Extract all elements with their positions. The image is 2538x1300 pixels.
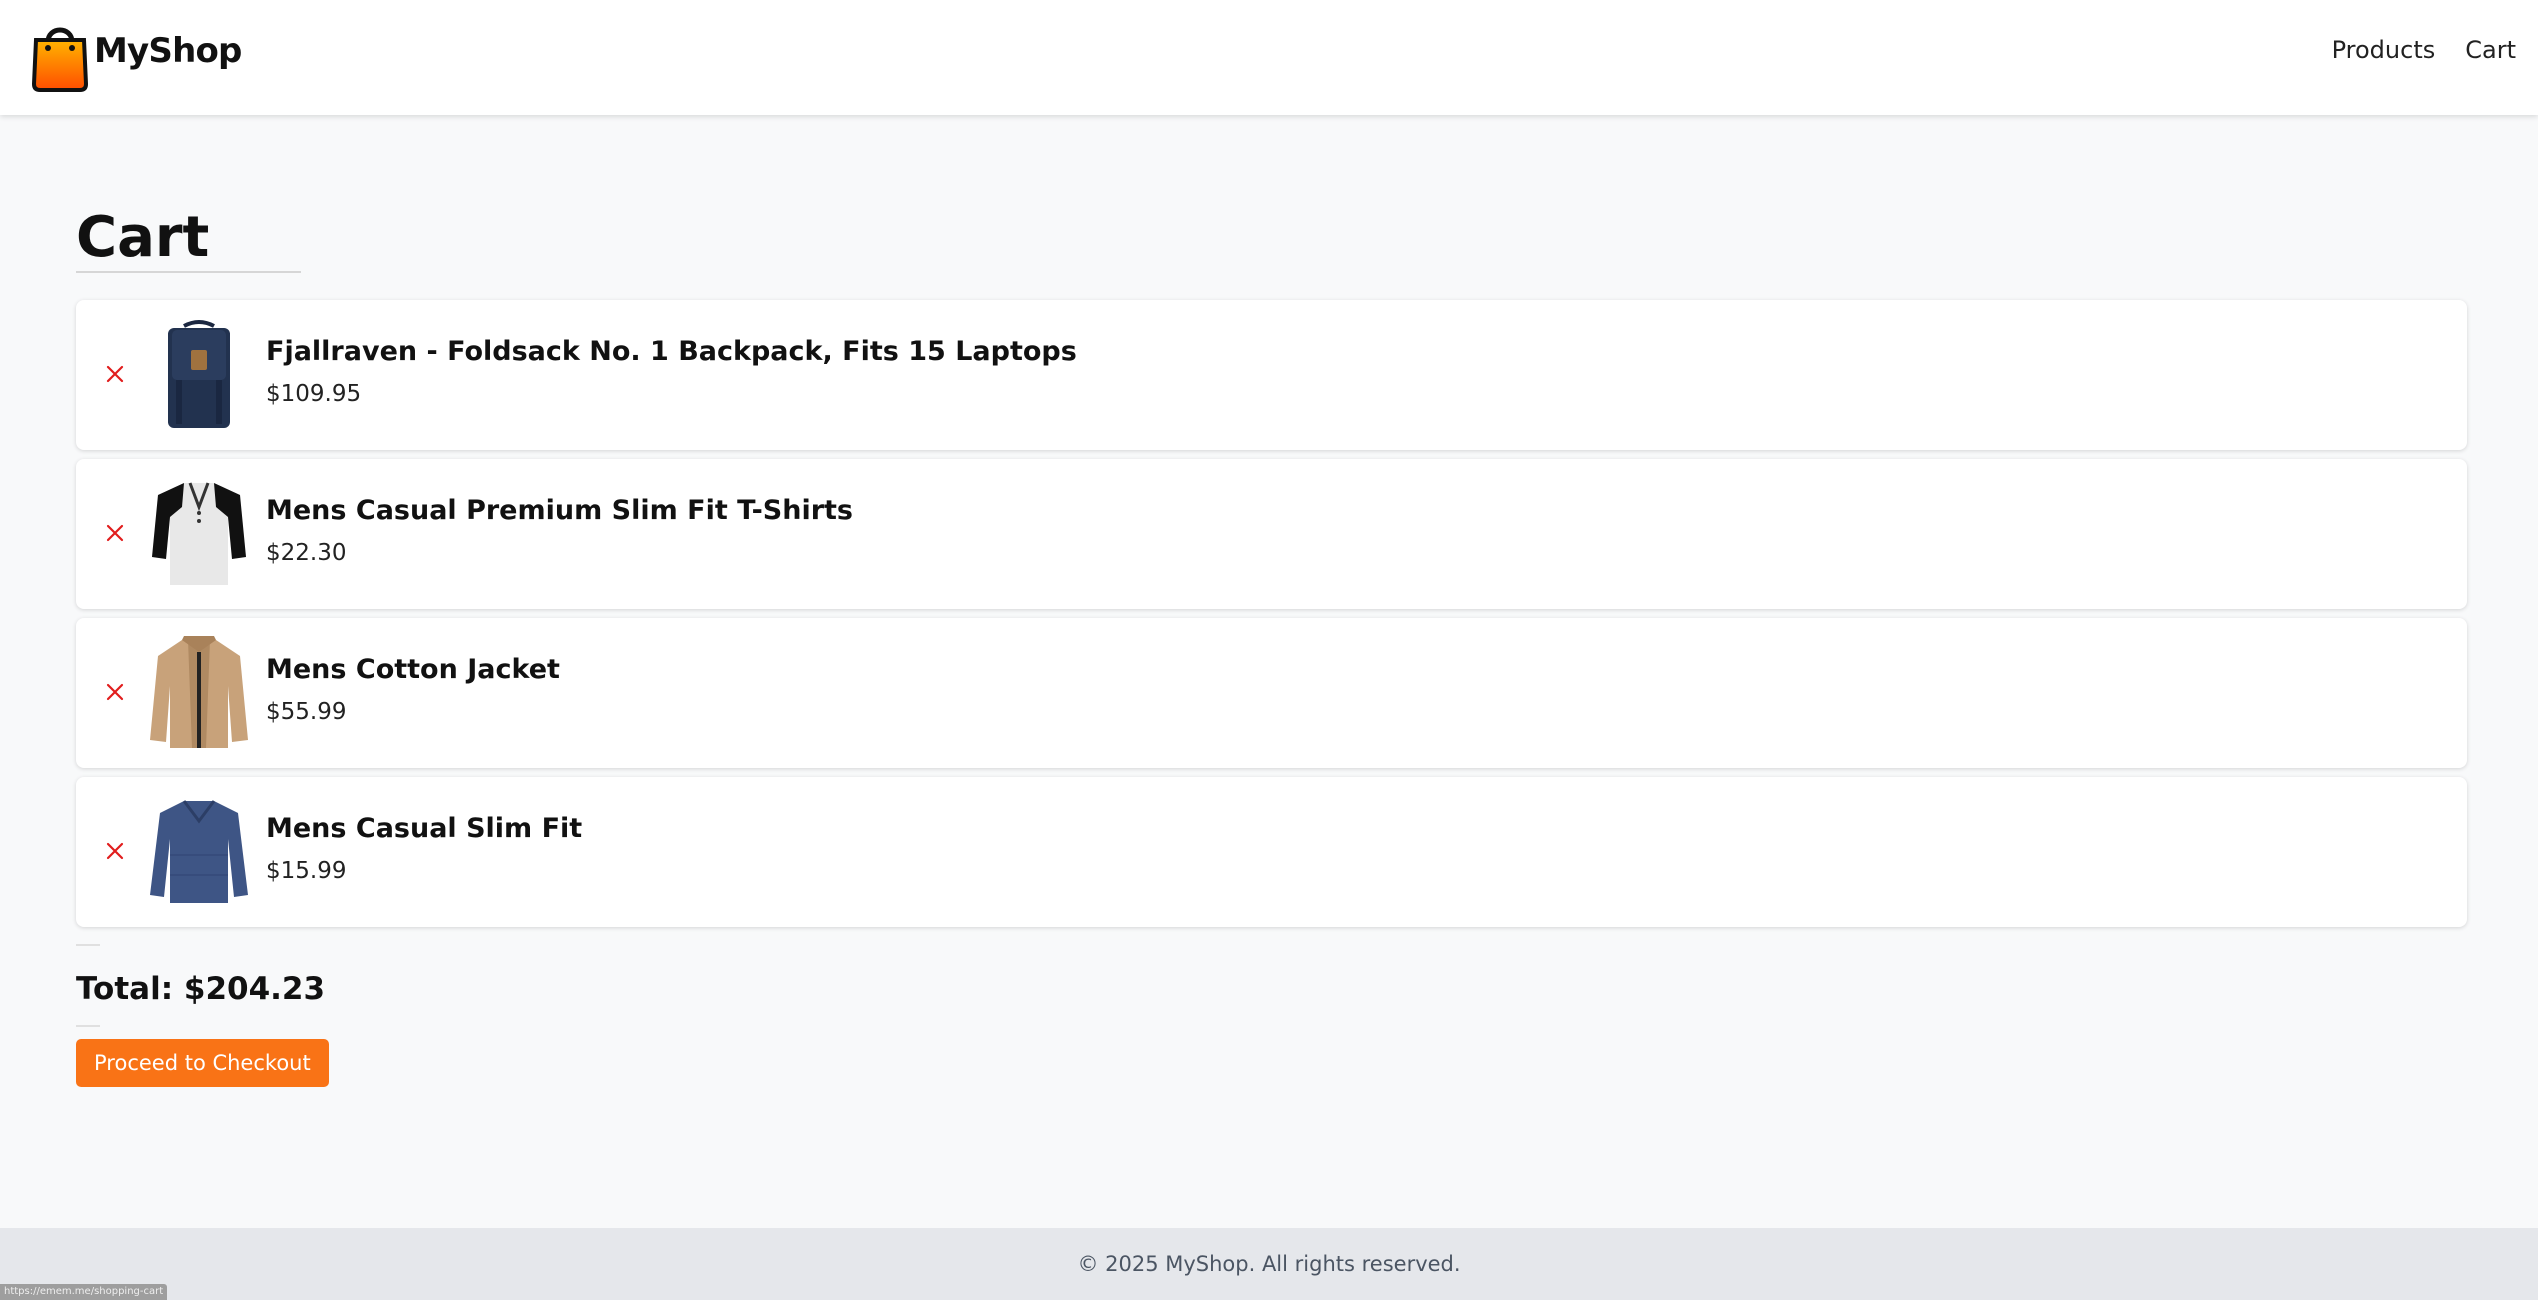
brand-name: MyShop [94,30,242,71]
cart-total: Total: $204.23 [76,971,326,1007]
close-icon[interactable] [100,359,130,389]
cart-item: Fjallraven - Foldsack No. 1 Backpack, Fi… [76,300,2467,450]
footer-copyright: © 2025 MyShop. All rights reserved. [1077,1252,1461,1276]
cart-item: Mens Cotton Jacket $55.99 [76,618,2467,768]
status-bar-url: https://emem.me/shopping-cart [0,1284,168,1300]
jacket-image [150,636,248,748]
cart-item-list: Fjallraven - Foldsack No. 1 Backpack, Fi… [76,300,2467,927]
close-icon[interactable] [100,677,130,707]
cart-item-price: $22.30 [266,540,347,566]
top-nav-bar: MyShop Products Cart [0,0,2538,115]
cart-item-info: Fjallraven - Foldsack No. 1 Backpack, Fi… [266,336,1077,407]
page-title: Cart [76,205,301,273]
nav-link-products[interactable]: Products [2332,36,2436,64]
cart-item-name: Fjallraven - Foldsack No. 1 Backpack, Fi… [266,336,1077,367]
cart-item-price: $15.99 [266,858,347,884]
cart-item-name: Mens Cotton Jacket [266,654,560,685]
close-icon[interactable] [100,836,130,866]
backpack-image [168,320,230,428]
cart-item-name: Mens Casual Slim Fit [266,813,583,844]
brand-logo-link[interactable]: MyShop [28,18,242,93]
shopping-bag-icon [31,27,89,92]
cart-item-name: Mens Casual Premium Slim Fit T-Shirts [266,495,853,526]
close-icon[interactable] [100,518,130,548]
cart-item: Mens Casual Slim Fit $15.99 [76,777,2467,927]
nav-link-cart[interactable]: Cart [2465,36,2516,64]
divider [76,1025,100,1027]
longsleeve-image [150,800,248,903]
cart-item-info: Mens Casual Premium Slim Fit T-Shirts $2… [266,495,853,566]
proceed-to-checkout-button[interactable]: Proceed to Checkout [76,1039,329,1087]
divider [76,944,100,946]
cart-item: Mens Casual Premium Slim Fit T-Shirts $2… [76,459,2467,609]
main-nav: Products Cart [2332,36,2516,64]
cart-item-info: Mens Cotton Jacket $55.99 [266,654,560,725]
footer: © 2025 MyShop. All rights reserved. [0,1228,2538,1300]
cart-item-price: $109.95 [266,381,362,407]
cart-item-price: $55.99 [266,699,347,725]
tshirt-image [152,482,246,585]
cart-item-info: Mens Casual Slim Fit $15.99 [266,813,582,884]
cart-page: Cart Fjallraven - Foldsack No. 1 Backpac… [76,205,2467,1087]
